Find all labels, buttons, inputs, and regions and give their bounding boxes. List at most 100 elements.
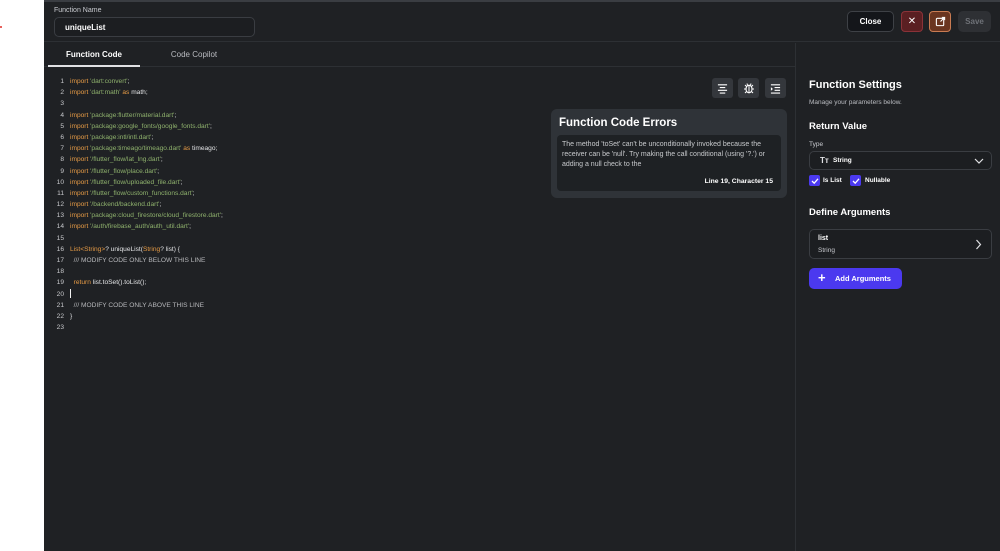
check-icon xyxy=(852,177,859,184)
line-number: 17 xyxy=(56,257,64,264)
line-number: 2 xyxy=(60,89,64,97)
line-number: 15 xyxy=(56,234,64,242)
outline-button[interactable] xyxy=(765,78,786,98)
argument-name: list xyxy=(818,235,829,242)
return-type-value: String xyxy=(833,157,852,164)
code-line[interactable]: 23 xyxy=(50,322,223,333)
code-editor[interactable]: 1 import 'dart:convert'; 2 import 'dart:mat… xyxy=(44,67,795,551)
errors-title: Function Code Errors xyxy=(559,117,678,129)
format-code-button[interactable] xyxy=(712,78,733,98)
close-button[interactable]: Close xyxy=(847,11,894,32)
code-text[interactable]: import '/auth/firebase_auth/auth_util.da… xyxy=(70,223,191,230)
settings-subtitle: Manage your parameters below. xyxy=(809,99,902,106)
code-line[interactable]: 16 List<String>? uniqueList(String? list)… xyxy=(50,244,223,255)
line-number: 21 xyxy=(56,301,64,309)
code-line[interactable]: 6 import 'package:intl/intl.dart'; xyxy=(50,132,223,143)
line-number: 16 xyxy=(56,245,64,253)
line-number: 7 xyxy=(60,145,64,153)
code-line[interactable]: 8 import '/flutter_flow/lat_lng.dart'; xyxy=(50,154,223,165)
add-arguments-label: Add Arguments xyxy=(835,274,891,283)
add-arguments-button[interactable]: + Add Arguments xyxy=(809,268,902,289)
plus-icon: + xyxy=(818,270,826,285)
line-number: 9 xyxy=(60,167,64,175)
code-line[interactable]: 7 import 'package:timeago/timeago.dart' a… xyxy=(50,143,223,154)
code-text[interactable]: return list.toSet().toList(); xyxy=(70,279,147,286)
code-text[interactable] xyxy=(70,289,71,299)
errors-panel: Function Code Errors The method 'toSet' … xyxy=(551,109,787,198)
argument-item[interactable]: list String xyxy=(809,229,992,259)
delete-button[interactable]: ✕ xyxy=(901,11,923,32)
bug-icon xyxy=(743,83,754,94)
error-item[interactable]: The method 'toSet' can't be unconditiona… xyxy=(557,135,781,191)
tab-code-copilot[interactable]: Code Copilot xyxy=(144,43,244,66)
code-text[interactable]: import 'package:intl/intl.dart'; xyxy=(70,134,153,141)
code-line[interactable]: 2 import 'dart:math' as math; xyxy=(50,87,223,98)
code-text[interactable]: List<String>? uniqueList(String? list) { xyxy=(70,246,180,253)
open-external-button[interactable] xyxy=(929,11,951,32)
function-name-input[interactable]: uniqueList xyxy=(54,17,255,37)
line-number: 3 xyxy=(60,100,64,108)
return-value-heading: Return Value xyxy=(809,121,868,132)
code-line[interactable]: 9 import '/flutter_flow/place.dart'; xyxy=(50,166,223,177)
editor-header: Function Name uniqueList Close ✕ Save xyxy=(44,0,1000,42)
code-line[interactable]: 15 xyxy=(50,233,223,244)
code-line[interactable]: 1 import 'dart:convert'; xyxy=(50,76,223,87)
code-line[interactable]: 20 xyxy=(50,289,223,300)
function-editor-window: Function Name uniqueList Close ✕ Save Fu… xyxy=(44,0,1000,551)
function-settings-panel: Function Settings Manage your parameters… xyxy=(795,43,1000,551)
code-line[interactable]: 13 import 'package:cloud_firestore/cloud_… xyxy=(50,210,223,221)
code-line[interactable]: 17 /// MODIFY CODE ONLY BELOW THIS LINE xyxy=(50,255,223,266)
code-line[interactable]: 12 import '/backend/backend.dart'; xyxy=(50,199,223,210)
line-number: 23 xyxy=(56,324,64,332)
code-text[interactable]: import '/flutter_flow/place.dart'; xyxy=(70,168,159,175)
editor-tabs: Function Code Code Copilot xyxy=(44,43,795,67)
line-number: 22 xyxy=(56,312,64,320)
type-label: Type xyxy=(809,141,824,148)
line-number: 4 xyxy=(60,111,64,119)
code-text[interactable]: import '/flutter_flow/uploaded_file.dart… xyxy=(70,179,183,186)
error-message: The method 'toSet' can't be unconditiona… xyxy=(562,141,765,168)
nullable-label: Nullable xyxy=(865,177,891,184)
open-external-icon xyxy=(935,16,945,27)
code-text[interactable]: /// MODIFY CODE ONLY BELOW THIS LINE xyxy=(70,257,206,264)
tab-function-code[interactable]: Function Code xyxy=(44,43,144,67)
code-text[interactable]: import 'package:flutter/material.dart'; xyxy=(70,112,176,119)
code-line[interactable]: 18 xyxy=(50,266,223,277)
code-text[interactable]: import 'dart:convert'; xyxy=(70,78,129,85)
x-icon: ✕ xyxy=(907,16,917,27)
debug-button[interactable] xyxy=(738,78,759,98)
code-line[interactable]: 21 /// MODIFY CODE ONLY ABOVE THIS LINE xyxy=(50,300,223,311)
code-text[interactable]: import 'package:timeago/timeago.dart' as… xyxy=(70,145,217,152)
line-number: 6 xyxy=(60,133,64,141)
code-line[interactable]: 5 import 'package:google_fonts/google_fon… xyxy=(50,121,223,132)
code-text[interactable]: import '/flutter_flow/lat_lng.dart'; xyxy=(70,156,163,163)
return-type-select[interactable]: Tт String xyxy=(809,151,992,170)
is-list-checkbox[interactable] xyxy=(809,175,820,186)
code-text[interactable]: /// MODIFY CODE ONLY ABOVE THIS LINE xyxy=(70,302,204,309)
code-line[interactable]: 3 xyxy=(50,98,223,109)
code-line[interactable]: 19 return list.toSet().toList(); xyxy=(50,277,223,288)
code-text[interactable]: import 'package:cloud_firestore/cloud_fi… xyxy=(70,212,223,219)
code-text[interactable]: import '/backend/backend.dart'; xyxy=(70,201,161,208)
line-number: 1 xyxy=(60,78,64,85)
line-number: 13 xyxy=(56,212,64,220)
code-line[interactable]: 22} xyxy=(50,311,223,322)
code-line[interactable]: 4 import 'package:flutter/material.dart'; xyxy=(50,110,223,121)
line-number: 14 xyxy=(56,223,64,231)
code-text[interactable]: import '/flutter_flow/custom_functions.d… xyxy=(70,190,195,197)
code-text[interactable]: import 'dart:math' as math; xyxy=(70,89,148,96)
chevron-down-icon xyxy=(974,158,984,164)
line-number: 18 xyxy=(56,268,64,276)
line-number: 10 xyxy=(56,178,64,186)
code-lines[interactable]: 1 import 'dart:convert'; 2 import 'dart:mat… xyxy=(50,76,223,333)
text-type-icon: Tт xyxy=(820,156,829,165)
code-line[interactable]: 10 import '/flutter_flow/uploaded_file.da… xyxy=(50,177,223,188)
code-line[interactable]: 14 import '/auth/firebase_auth/auth_util.… xyxy=(50,221,223,232)
desktop-background xyxy=(0,0,44,551)
nullable-checkbox[interactable] xyxy=(850,175,861,186)
code-text[interactable]: } xyxy=(70,313,72,320)
code-line[interactable]: 11 import '/flutter_flow/custom_functions… xyxy=(50,188,223,199)
code-text[interactable]: import 'package:google_fonts/google_font… xyxy=(70,123,212,130)
text-cursor xyxy=(70,289,71,299)
save-button[interactable]: Save xyxy=(958,11,991,32)
